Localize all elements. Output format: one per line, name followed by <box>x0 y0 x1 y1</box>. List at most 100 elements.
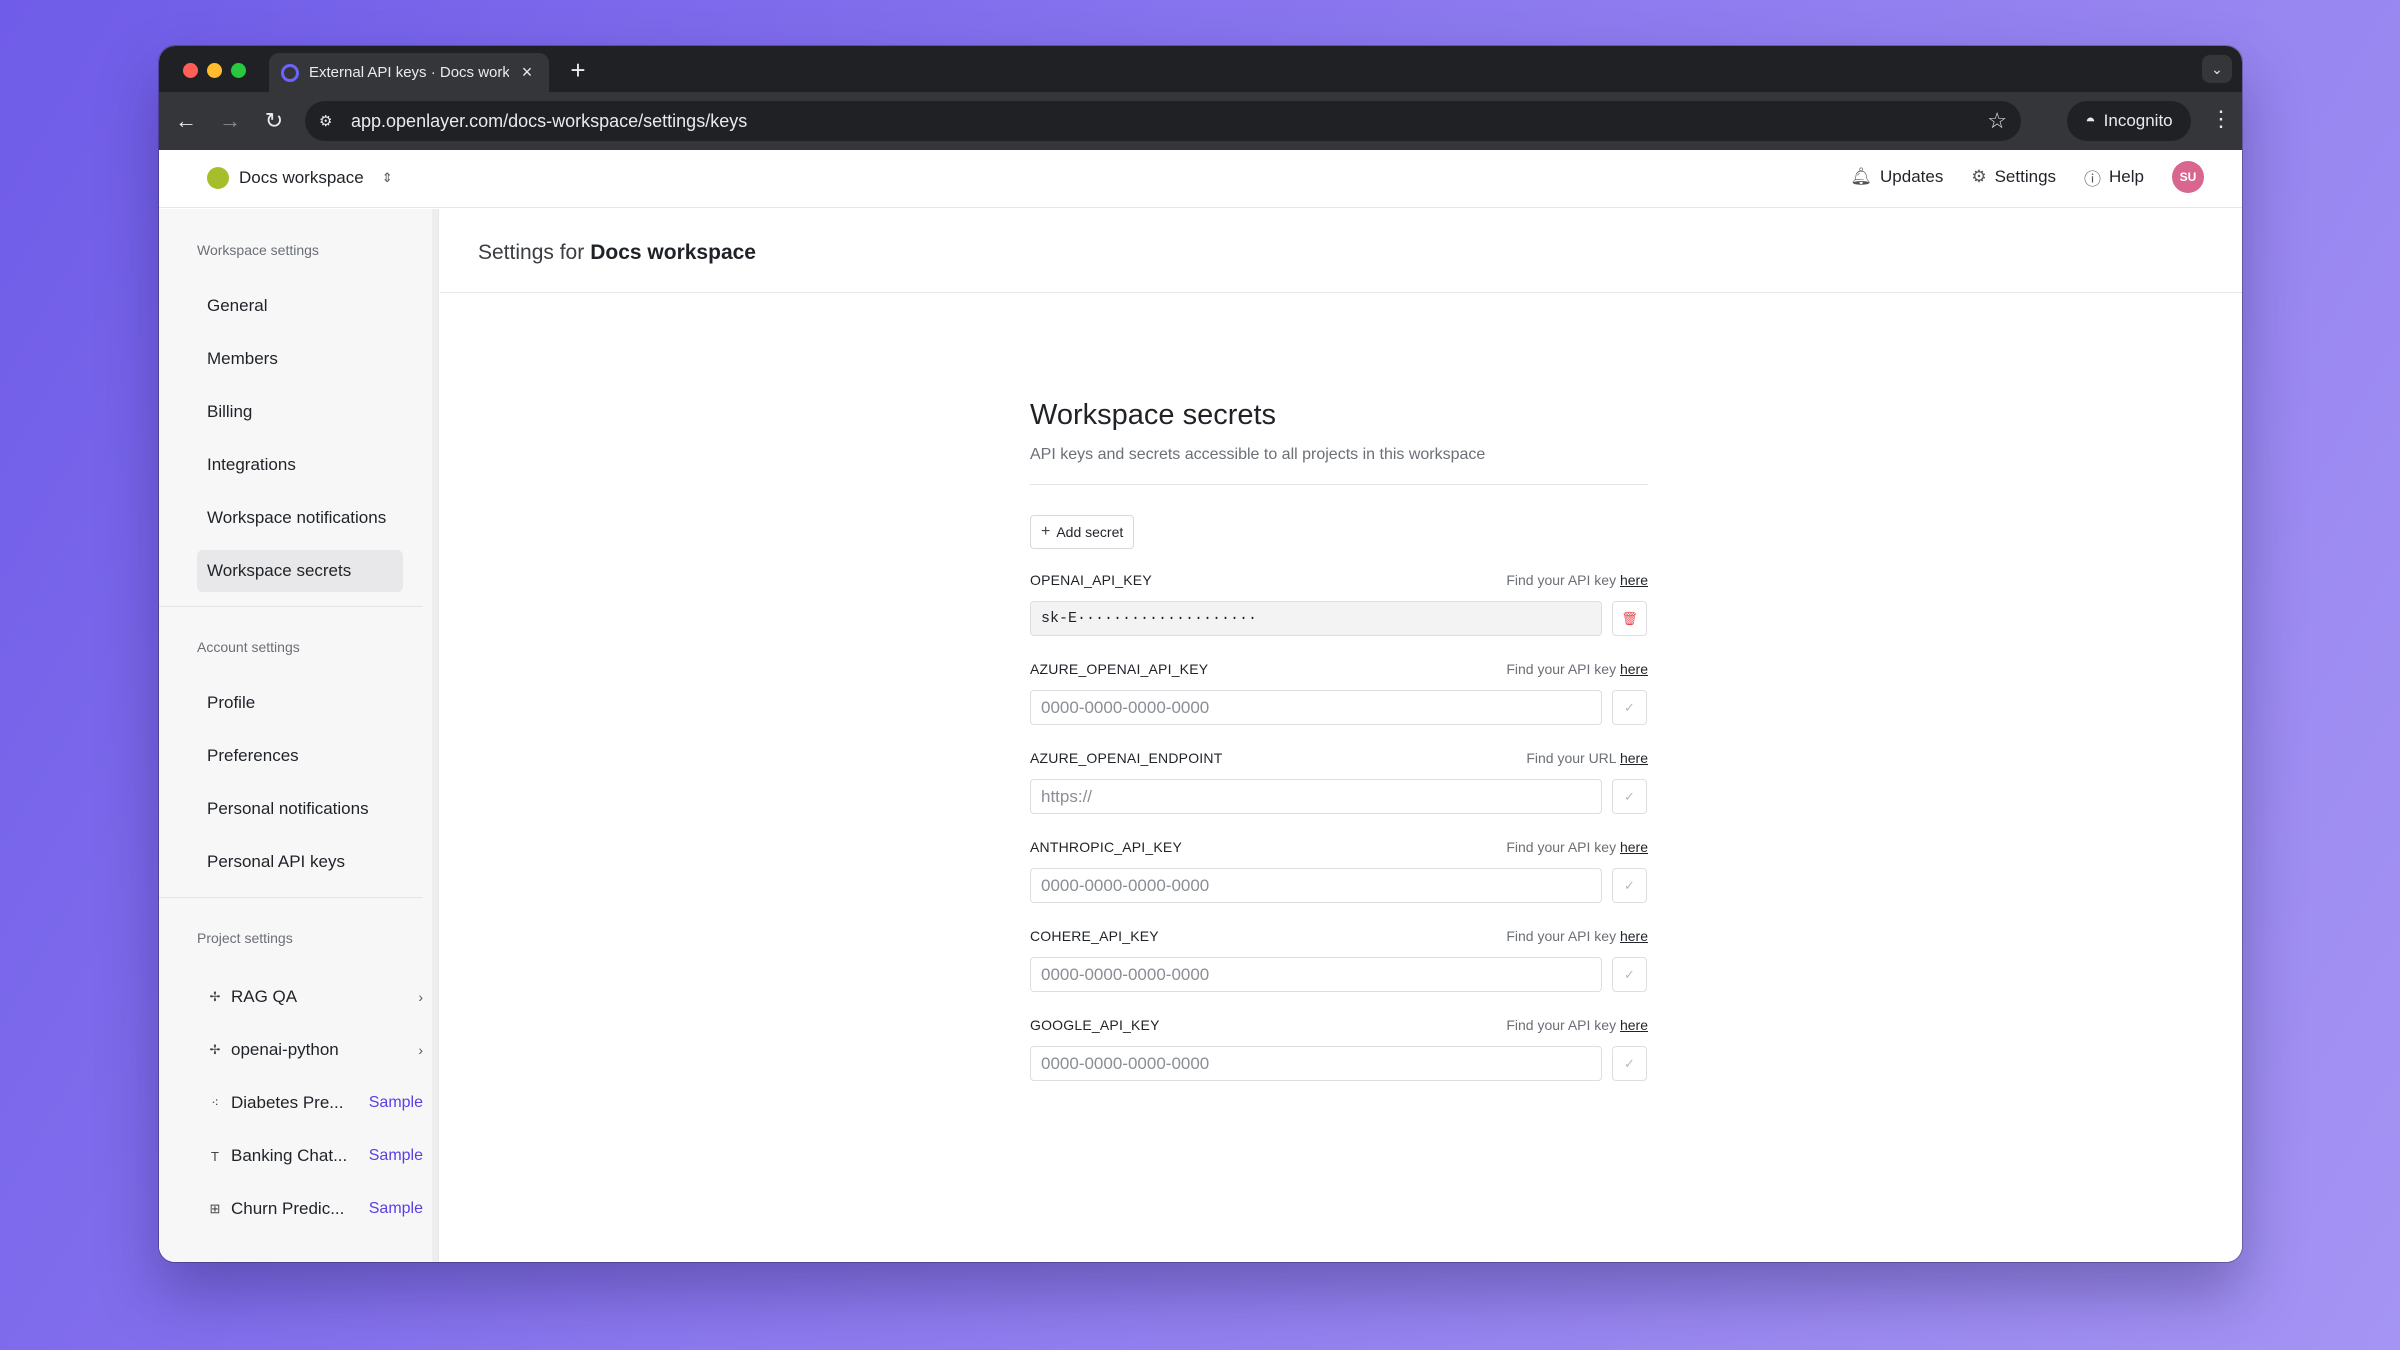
sidebar-item-workspace-notifications[interactable]: Workspace notifications <box>197 497 403 539</box>
secret-azure-openai-api-key: AZURE_OPENAI_API_KEY Find your API key h… <box>1030 660 1648 725</box>
user-avatar[interactable]: SU <box>2172 161 2204 193</box>
project-name: Banking Chat... <box>231 1146 348 1165</box>
secret-name: GOOGLE_API_KEY <box>1030 1017 1160 1033</box>
here-link[interactable]: here <box>1620 750 1648 766</box>
anthropic-api-key-field[interactable] <box>1030 868 1602 903</box>
tab-close-icon[interactable]: × <box>517 62 537 83</box>
sidebar-item-label: Billing <box>207 402 253 421</box>
sidebar-divider <box>159 897 423 898</box>
add-secret-label: Add secret <box>1056 524 1124 540</box>
secret-openai-api-key: OPENAI_API_KEY Find your API key here 🗑︎ <box>1030 571 1648 636</box>
check-icon[interactable]: ✓ <box>1612 868 1647 903</box>
table-icon: ⊞ <box>209 1201 221 1216</box>
settings-main: Settings for Docs workspace Workspace sec… <box>440 209 2242 1262</box>
minimize-window-button[interactable] <box>207 63 222 78</box>
site-info-icon[interactable]: ⚙ <box>319 112 345 130</box>
project-item-churn[interactable]: ⊞ Churn Predic... Sample <box>197 1189 423 1229</box>
check-icon[interactable]: ✓ <box>1612 1046 1647 1081</box>
hint-text: Find your API key <box>1506 661 1617 677</box>
sparkle-icon: ✢ <box>209 1042 221 1057</box>
azure-openai-endpoint-field[interactable] <box>1030 779 1602 814</box>
url-text[interactable]: app.openlayer.com/docs-workspace/setting… <box>351 111 1987 132</box>
sidebar-item-preferences[interactable]: Preferences <box>197 735 403 777</box>
workspace-avatar <box>207 167 229 189</box>
reload-icon[interactable]: ↻ <box>259 106 289 136</box>
settings-workspace-name: Docs workspace <box>590 241 756 264</box>
project-item-diabetes[interactable]: ⁖ Diabetes Pre... Sample <box>197 1083 423 1123</box>
hint-text: Find your API key <box>1506 1017 1617 1033</box>
settings-for-label: Settings for <box>478 241 585 264</box>
check-icon[interactable]: ✓ <box>1612 779 1647 814</box>
project-name: Diabetes Pre... <box>231 1093 344 1112</box>
check-icon[interactable]: ✓ <box>1612 957 1647 992</box>
browser-menu-icon[interactable]: ⋮ <box>2210 106 2232 132</box>
project-settings-heading: Project settings <box>197 930 293 946</box>
close-window-button[interactable] <box>183 63 198 78</box>
hint-text: Find your API key <box>1506 839 1617 855</box>
scatter-icon: ⁖ <box>211 1095 219 1110</box>
incognito-badge[interactable]: ◓ Incognito <box>2067 101 2191 141</box>
workspace-secrets-panel: Workspace secrets API keys and secrets a… <box>1030 399 1648 1081</box>
here-link[interactable]: here <box>1620 839 1648 855</box>
account-settings-heading: Account settings <box>197 639 300 655</box>
hint-text: Find your API key <box>1506 572 1617 588</box>
check-icon[interactable]: ✓ <box>1612 690 1647 725</box>
project-item-openai-python[interactable]: ✢ openai-python › <box>197 1030 423 1070</box>
sidebar-item-billing[interactable]: Billing <box>197 391 403 433</box>
forward-icon[interactable]: → <box>215 106 245 136</box>
sidebar-item-personal-api-keys[interactable]: Personal API keys <box>197 841 403 883</box>
secret-google-api-key: GOOGLE_API_KEY Find your API key here ✓ <box>1030 1016 1648 1081</box>
sidebar-item-label: Workspace notifications <box>207 508 387 527</box>
sidebar-item-integrations[interactable]: Integrations <box>197 444 403 486</box>
sidebar-item-profile[interactable]: Profile <box>197 682 403 724</box>
back-icon[interactable]: ← <box>171 106 201 136</box>
help-button[interactable]: ⓘ Help <box>2084 165 2144 190</box>
bookmark-star-icon[interactable]: ☆ <box>1987 108 2007 134</box>
tab-title: External API keys · Docs workspace <box>309 64 509 81</box>
sidebar-item-label: Preferences <box>207 746 299 765</box>
sidebar-item-personal-notifications[interactable]: Personal notifications <box>197 788 403 830</box>
app-header: Docs workspace ⇕ 🔔︎ Updates ⚙ Settings ⓘ… <box>159 150 2242 208</box>
google-api-key-field[interactable] <box>1030 1046 1602 1081</box>
project-name: Churn Predic... <box>231 1199 345 1218</box>
secret-cohere-api-key: COHERE_API_KEY Find your API key here ✓ <box>1030 927 1648 992</box>
updates-button[interactable]: 🔔︎ Updates <box>1850 167 1943 187</box>
secret-hint: Find your API key here <box>1506 839 1648 855</box>
maximize-window-button[interactable] <box>231 63 246 78</box>
settings-header: Settings for Docs workspace <box>440 209 2242 293</box>
add-secret-button[interactable]: + Add secret <box>1030 515 1135 549</box>
sidebar-item-label: Workspace secrets <box>207 561 352 580</box>
sidebar-item-general[interactable]: General <box>197 285 403 327</box>
page-title: Settings for Docs workspace <box>478 241 756 265</box>
text-icon: T <box>211 1148 219 1164</box>
project-item-rag-qa[interactable]: ✢ RAG QA › <box>197 977 423 1017</box>
delete-icon[interactable]: 🗑︎ <box>1612 601 1647 636</box>
settings-button[interactable]: ⚙ Settings <box>1971 167 2056 187</box>
project-item-banking[interactable]: T Banking Chat... Sample <box>197 1136 423 1176</box>
help-label: Help <box>2109 167 2144 186</box>
here-link[interactable]: here <box>1620 572 1648 588</box>
here-link[interactable]: here <box>1620 1017 1648 1033</box>
secret-name: AZURE_OPENAI_ENDPOINT <box>1030 750 1223 766</box>
azure-openai-api-key-field[interactable] <box>1030 690 1602 725</box>
sidebar-item-label: Personal notifications <box>207 799 369 818</box>
here-link[interactable]: here <box>1620 661 1648 677</box>
here-link[interactable]: here <box>1620 928 1648 944</box>
openai-api-key-field[interactable] <box>1030 601 1602 636</box>
app-root: Docs workspace ⇕ 🔔︎ Updates ⚙ Settings ⓘ… <box>159 150 2242 1262</box>
sidebar-item-label: Personal API keys <box>207 852 345 871</box>
cohere-api-key-field[interactable] <box>1030 957 1602 992</box>
sidebar-scrollbar[interactable] <box>432 209 438 1262</box>
plus-icon: + <box>1041 523 1051 540</box>
workspace-switcher[interactable]: Docs workspace ⇕ <box>207 167 393 189</box>
sample-badge: Sample <box>368 1147 423 1164</box>
section-divider <box>1030 484 1648 485</box>
address-bar[interactable]: ⚙ app.openlayer.com/docs-workspace/setti… <box>305 101 2021 141</box>
sidebar-item-workspace-secrets[interactable]: Workspace secrets <box>197 550 403 592</box>
tab-search-button[interactable]: ⌄ <box>2202 55 2232 83</box>
sidebar-item-label: Profile <box>207 693 256 712</box>
sidebar-item-members[interactable]: Members <box>197 338 403 380</box>
browser-tab[interactable]: External API keys · Docs workspace × <box>269 53 549 92</box>
new-tab-button[interactable]: + <box>563 55 593 86</box>
project-name: RAG QA <box>231 987 298 1006</box>
